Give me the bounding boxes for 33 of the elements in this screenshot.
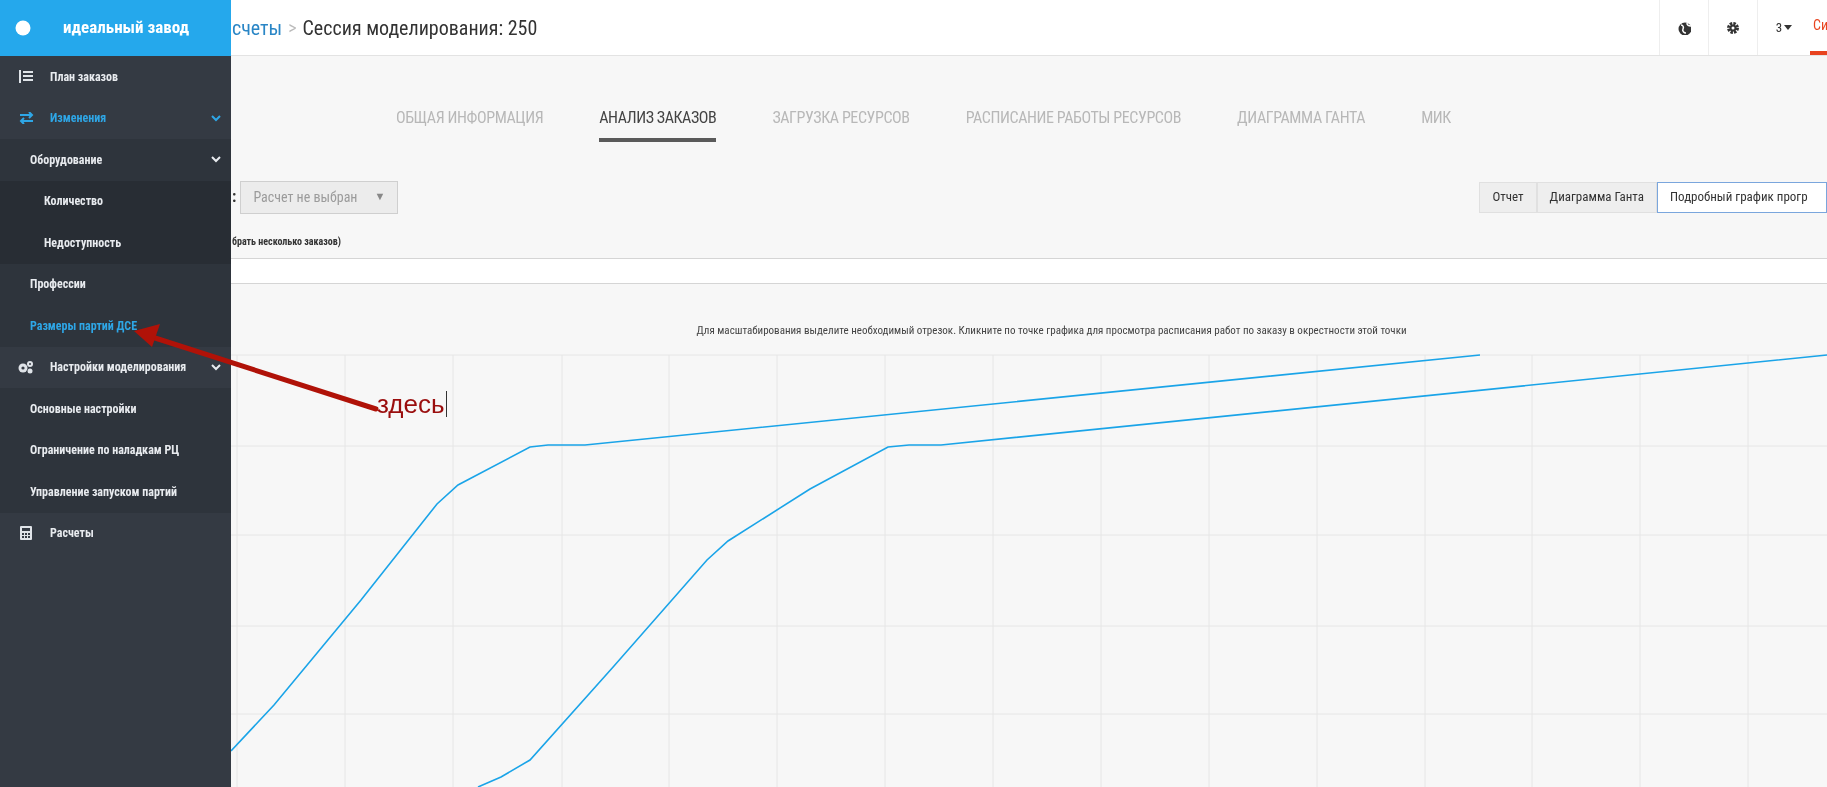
view-button[interactable]: Отчет	[1479, 181, 1537, 213]
sidebar-item[interactable]: Ограничение по наладкам РЦ	[0, 429, 231, 471]
caret-icon	[1784, 25, 1793, 30]
chevron-icon	[211, 114, 221, 122]
annotation-text: здесь	[377, 391, 445, 417]
settings-icon	[1726, 20, 1740, 35]
chevron-icon	[211, 363, 221, 371]
list-icon	[18, 70, 34, 84]
text-cursor	[445, 391, 447, 417]
sidebar-item[interactable]: Профессии	[0, 263, 231, 305]
gears-icon	[18, 360, 34, 375]
view-button[interactable]: Диаграмма Ганта	[1536, 181, 1657, 213]
breadcrumb-link[interactable]: счеты	[232, 12, 283, 43]
sidebar-item[interactable]: Оборудование	[0, 139, 231, 181]
chart-caption: Для масштабирования выделите необходимый отрезок. Кликните по точке графика для просмотра расписания работ по заказу в окрестности этой точки	[696, 322, 1407, 339]
page-title: Сессия моделирования: 250	[302, 14, 539, 42]
order-input-field[interactable]	[231, 258, 1827, 284]
sidebar-item[interactable]: Количество	[0, 180, 231, 222]
sidebar-item[interactable]: Размеры партий ДСЕ	[0, 305, 231, 347]
user-menu-button[interactable]: 3	[1757, 0, 1810, 55]
chevron-icon	[211, 156, 221, 164]
sidebar-item[interactable]: Управление запуском партий	[0, 471, 231, 513]
hint-text: брать несколько заказов)	[232, 235, 342, 249]
breadcrumb-separator: >	[288, 16, 297, 40]
label-text: :	[232, 186, 237, 208]
exchange-icon	[18, 112, 34, 125]
tab[interactable]: АНАЛИЗ ЗАКАЗОВ	[599, 106, 717, 142]
sidebar-item[interactable]: Основные настройки	[0, 388, 231, 430]
view-button[interactable]: Подробный график прогр	[1657, 181, 1827, 213]
sidebar-item[interactable]: Недоступность	[0, 222, 231, 264]
brand-title: идеальный завод	[63, 16, 190, 40]
nav-tab[interactable]: Си	[1810, 0, 1827, 55]
calculator-icon	[18, 526, 34, 541]
